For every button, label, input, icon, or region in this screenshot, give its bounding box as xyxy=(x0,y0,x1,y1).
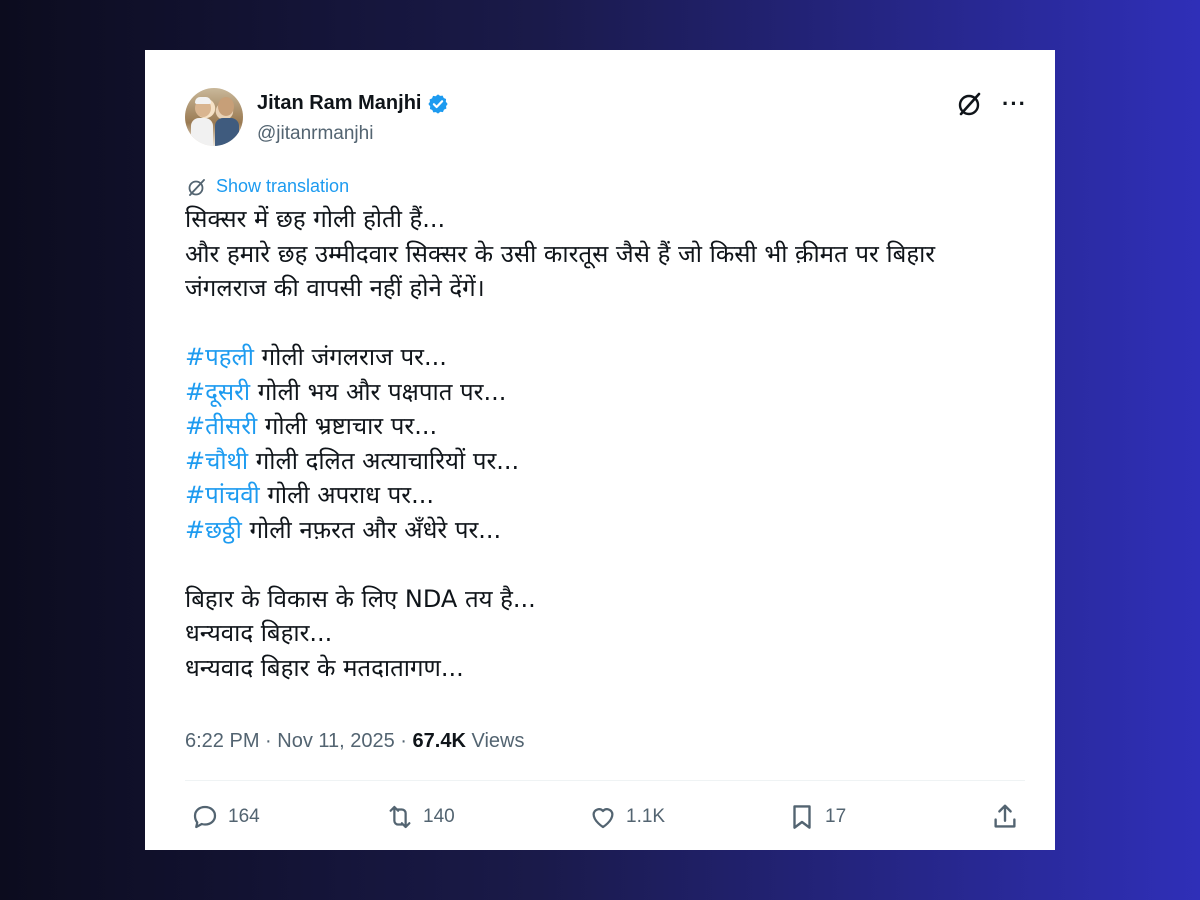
author-name[interactable]: Jitan Ram Manjhi xyxy=(257,92,421,115)
hashtag-link[interactable]: #तीसरी xyxy=(185,412,257,440)
repost-icon xyxy=(389,805,411,829)
tweet-card: Jitan Ram Manjhi @jitanrmanjhi ··· Show … xyxy=(145,50,1055,850)
share-button[interactable] xyxy=(990,802,1020,832)
hashtag-line: #पांचवी गोली अपराध पर... xyxy=(185,478,1035,513)
hashtag-line: #दूसरी गोली भय और पक्षपात पर... xyxy=(185,375,1035,410)
text-line: धन्यवाद बिहार के मतदातागण... xyxy=(185,653,464,682)
like-button[interactable]: 1.1K xyxy=(588,802,665,832)
text-line: और हमारे छह उम्मीदवार सिक्सर के उसी कारत… xyxy=(185,239,936,268)
repost-button[interactable]: 140 xyxy=(385,802,455,832)
action-bar: 164 140 1.1K 17 xyxy=(190,802,1025,834)
views-label: Views xyxy=(465,730,525,752)
hashtag-line: #छठ्ठी गोली नफ़रत और अँधेरे पर... xyxy=(185,513,1035,548)
author-handle[interactable]: @jitanrmanjhi xyxy=(257,123,373,145)
hashtag-line: #तीसरी गोली भ्रष्टाचार पर... xyxy=(185,409,1035,444)
text-line: जंगलराज की वापसी नहीं होने देंगें। xyxy=(185,274,485,302)
author-name-row[interactable]: Jitan Ram Manjhi xyxy=(257,92,449,115)
grok-translate-icon xyxy=(188,178,205,196)
avatar[interactable] xyxy=(185,88,243,146)
timestamp[interactable]: 6:22 PM · Nov 11, 2025 · xyxy=(185,730,413,752)
verified-badge-icon xyxy=(428,93,449,114)
text-line: सिक्सर में छह गोली होती हैं... xyxy=(185,205,446,233)
reply-icon xyxy=(193,805,217,829)
text-segment: गोली भ्रष्टाचार पर... xyxy=(257,412,438,440)
bookmark-count: 17 xyxy=(825,806,847,827)
text-segment: गोली जंगलराज पर... xyxy=(253,343,447,371)
show-translation-link[interactable]: Show translation xyxy=(187,176,349,197)
reply-button[interactable]: 164 xyxy=(190,802,260,832)
hashtag-link[interactable]: #पहली xyxy=(185,343,254,371)
like-icon xyxy=(592,808,614,829)
text-segment: गोली भय और पक्षपात पर... xyxy=(250,377,507,406)
text-line: बिहार के विकास के लिए NDA तय है... xyxy=(185,584,536,613)
hashtag-link[interactable]: #छठ्ठी xyxy=(185,516,242,544)
like-count: 1.1K xyxy=(626,806,666,827)
grok-icon[interactable] xyxy=(956,90,984,118)
tweet-text: सिक्सर में छह गोली होती हैं... और हमारे … xyxy=(185,202,1035,685)
repost-count: 140 xyxy=(423,806,455,827)
tweet-meta: 6:22 PM · Nov 11, 2025 · 67.4K Views xyxy=(185,730,524,753)
divider xyxy=(185,780,1025,781)
more-icon[interactable]: ··· xyxy=(1002,93,1027,115)
hashtag-line: #चौथी गोली दलित अत्याचारियों पर... xyxy=(185,444,1035,479)
reply-count: 164 xyxy=(228,806,260,827)
hashtag-link[interactable]: #पांचवी xyxy=(185,481,260,509)
show-translation-label[interactable]: Show translation xyxy=(216,176,349,197)
text-segment: गोली अपराध पर... xyxy=(259,481,434,509)
bookmark-icon xyxy=(793,805,811,829)
bookmark-button[interactable]: 17 xyxy=(787,802,846,832)
text-segment: गोली दलित अत्याचारियों पर... xyxy=(248,446,520,475)
views-count: 67.4K xyxy=(412,730,466,752)
hashtag-link[interactable]: #चौथी xyxy=(185,447,248,475)
text-segment: गोली नफ़रत और अँधेरे पर... xyxy=(241,515,502,544)
hashtag-link[interactable]: #दूसरी xyxy=(185,378,250,406)
hashtag-line: #पहली गोली जंगलराज पर... xyxy=(185,340,1035,375)
share-icon xyxy=(994,804,1016,828)
text-line: धन्यवाद बिहार... xyxy=(185,619,333,647)
